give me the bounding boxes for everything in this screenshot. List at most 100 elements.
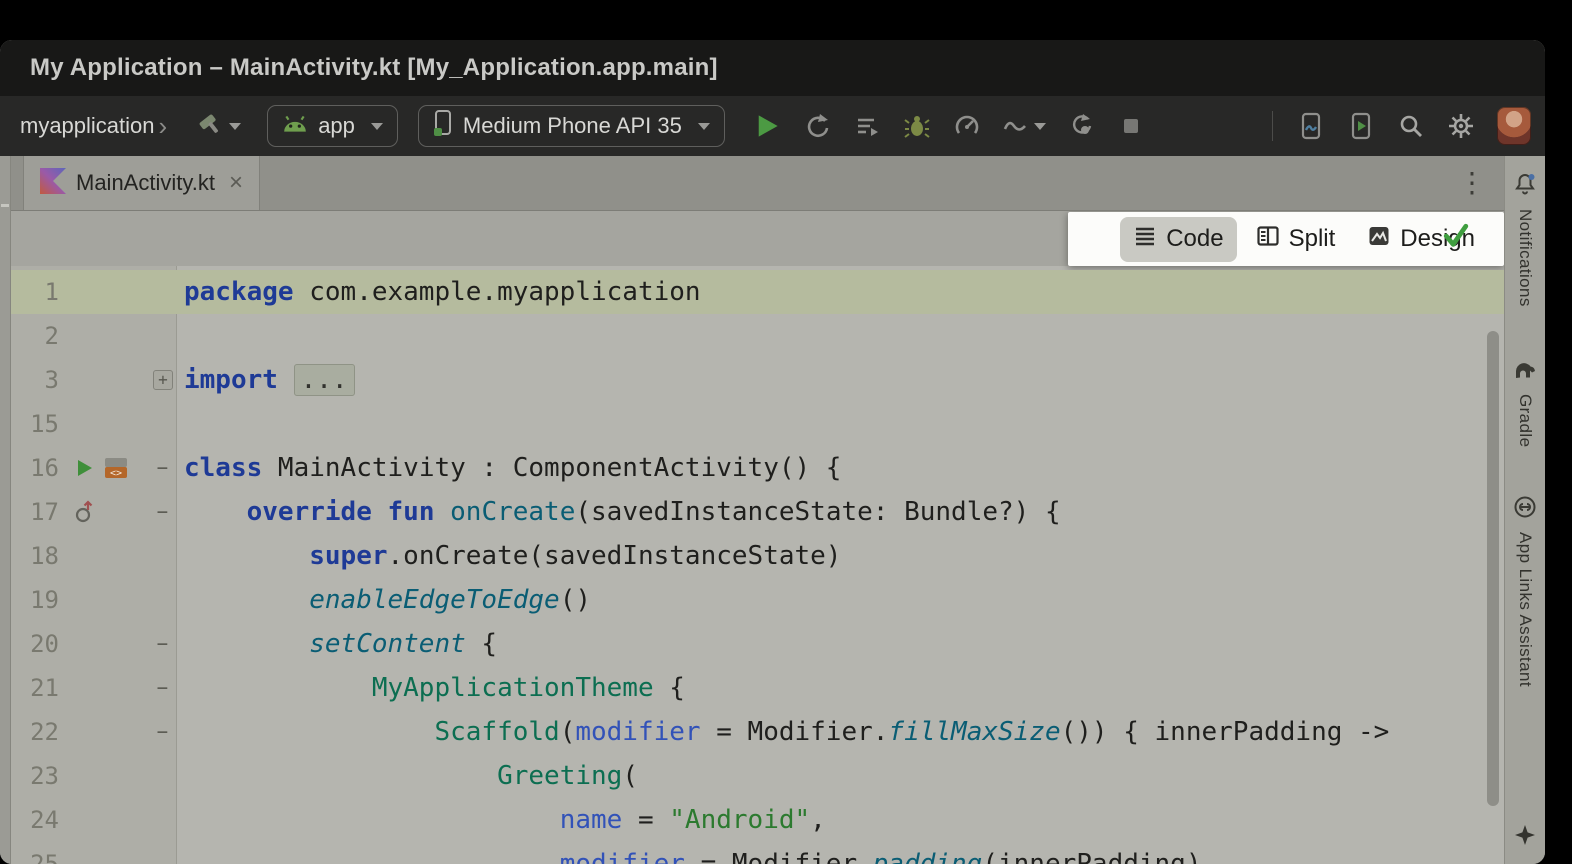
code-text: Greeting( [176,754,638,798]
run-tasks-button[interactable] [845,107,889,145]
code-line[interactable]: 15 [11,402,1504,446]
profiler-button[interactable] [945,107,989,145]
chevron-down-icon [371,123,383,130]
tab-close-icon[interactable]: × [229,171,243,195]
line-number: 24 [11,798,59,842]
chevron-down-icon [1034,123,1046,130]
code-line[interactable]: 17− override fun onCreate(savedInstanceS… [11,490,1504,534]
run-config-select[interactable]: app [267,105,398,147]
build-hammer-icon [195,110,223,143]
fold-marker[interactable]: + [153,370,173,390]
fold-marker[interactable]: − [149,446,176,490]
run-config-label: app [318,113,355,139]
code-token: { [654,673,685,703]
code-line[interactable]: 16<>−class MainActivity : ComponentActiv… [11,446,1504,490]
profile-options-button[interactable] [995,107,1053,145]
code-text: enableEdgeToEdge() [176,578,591,622]
code-text: MyApplicationTheme { [176,666,685,710]
build-hammer-button[interactable] [189,106,247,147]
run-gutter-icon[interactable] [73,457,95,479]
device-select[interactable]: Medium Phone API 35 [418,105,725,147]
code-token: (innerPadding) [982,849,1201,864]
vertical-scrollbar[interactable] [1487,331,1499,806]
code-line[interactable]: 19 enableEdgeToEdge() [11,578,1504,622]
user-avatar[interactable] [1497,107,1531,145]
editor-options-kebab-icon[interactable]: ⋮ [1440,169,1504,197]
code-token: ( [622,761,638,791]
stop-button[interactable] [1109,107,1153,145]
fold-marker[interactable]: − [149,710,176,754]
project-widget[interactable]: myapplication › [14,109,173,143]
code-token: super [309,541,387,571]
line-number: 18 [11,534,59,578]
code-text: package com.example.myapplication [176,270,701,314]
code-token: = [622,805,669,835]
app-links-assistant-icon[interactable] [1513,495,1537,524]
toolbar-separator [1272,111,1273,141]
code-line[interactable]: 22− Scaffold(modifier = Modifier.fillMax… [11,710,1504,754]
apply-changes-button[interactable] [795,107,839,145]
code-token [184,629,309,659]
ai-sparkle-icon[interactable] [1513,823,1537,852]
fold-marker[interactable]: − [149,622,176,666]
notifications-bell-icon[interactable] [1513,172,1537,201]
tab-mainactivity[interactable]: MainActivity.kt × [23,156,260,210]
settings-gear-icon[interactable] [1439,107,1483,145]
chevron-down-icon [229,123,241,130]
line-number: 2 [11,314,59,358]
code-token [372,497,388,527]
code-token: modifier [575,717,700,747]
inspections-ok-icon[interactable] [1442,223,1470,254]
project-name: myapplication [20,113,155,139]
code-token: package [184,277,294,307]
code-token [184,585,309,615]
code-line[interactable]: 20− setContent { [11,622,1504,666]
view-mode-split-button[interactable]: Split [1243,217,1349,262]
attach-debugger-button[interactable] [1059,107,1103,145]
code-line[interactable]: 3+import ... [11,358,1504,402]
run-button[interactable] [745,107,789,145]
code-token: ()) { innerPadding -> [1061,717,1390,747]
code-lines[interactable]: 1package com.example.myapplication23+imp… [11,266,1504,864]
code-line[interactable]: 23 Greeting( [11,754,1504,798]
code-line[interactable]: 18 super.onCreate(savedInstanceState) [11,534,1504,578]
code-token: setContent [309,629,466,659]
tool-stripe-app-links[interactable]: App Links Assistant [1515,532,1535,687]
code-token: override [247,497,372,527]
code-line[interactable]: 21− MyApplicationTheme { [11,666,1504,710]
search-icon[interactable] [1389,107,1433,145]
device-manager-button[interactable] [1289,107,1333,145]
left-tool-stripe[interactable] [0,156,11,864]
running-devices-button[interactable] [1339,107,1383,145]
window-title: My Application – MainActivity.kt [My_App… [30,54,718,82]
view-mode-code-button[interactable]: Code [1120,217,1236,262]
code-view-icon [1133,224,1157,255]
fold-marker[interactable]: − [149,666,176,710]
code-line[interactable]: 25 modifier = Modifier.padding(innerPadd… [11,842,1504,864]
compose-gutter-icon[interactable]: <> [103,456,129,480]
code-line[interactable]: 1package com.example.myapplication [11,270,1504,314]
code-token: fun [388,497,435,527]
code-token: (savedInstanceState: Bundle?) { [575,497,1060,527]
fold-marker[interactable]: − [149,490,176,534]
code-token: com.example.myapplication [294,277,701,307]
code-token: "Android" [669,805,810,835]
android-icon [282,113,308,139]
code-token: () [560,585,591,615]
tool-stripe-gradle[interactable]: Gradle [1515,394,1535,447]
code-token [184,497,247,527]
code-text: Scaffold(modifier = Modifier.fillMaxSize… [176,710,1389,754]
override-gutter-icon[interactable] [73,500,95,524]
debug-button[interactable] [895,107,939,145]
code-token: ... [294,364,355,396]
tool-stripe-notifications[interactable]: Notifications [1515,209,1535,307]
code-line[interactable]: 2 [11,314,1504,358]
code-token: = Modifier. [701,717,889,747]
line-number: 16 [11,446,59,490]
editor-view-toggle: Code Split Design [1068,212,1504,266]
design-view-icon [1367,224,1391,255]
gradle-elephant-icon[interactable] [1513,359,1537,386]
ide-body: MainActivity.kt × ⋮ [0,156,1545,864]
code-line[interactable]: 24 name = "Android", [11,798,1504,842]
code-editor[interactable]: Code Split Design [11,211,1504,864]
